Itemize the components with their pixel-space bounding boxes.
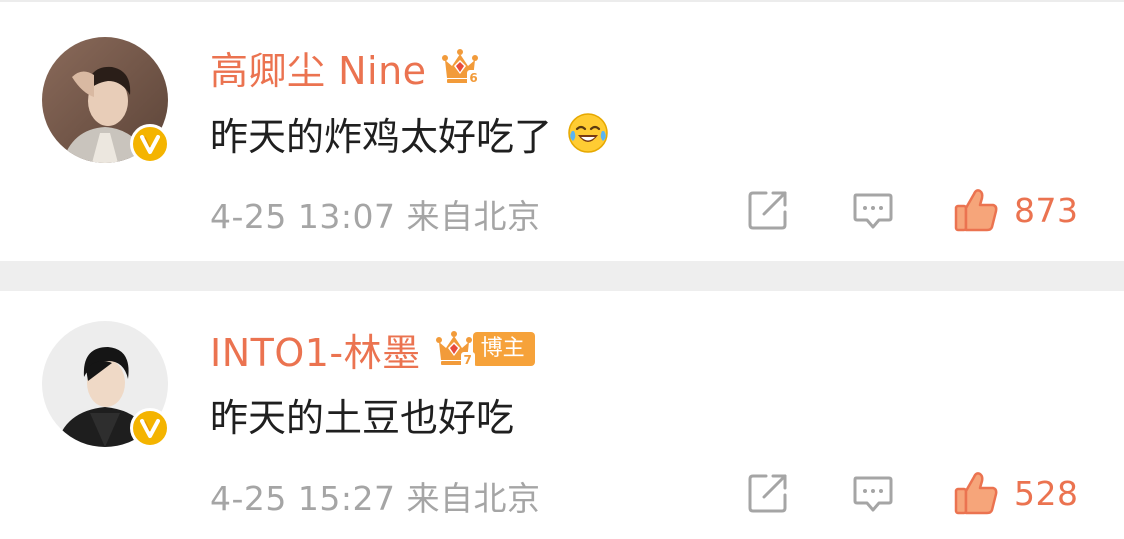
comment-time: 4-25 13:07 [210,197,396,236]
comment-text: 昨天的炸鸡太好吃了 [210,114,553,159]
comment-source: 来自北京 [406,197,541,236]
comment-list-page: 高卿尘 Nine 6 昨天的炸鸡太好吃了 4-25 13:07 来自北京 873… [0,0,1124,539]
like-count: 528 [1014,473,1079,513]
username[interactable]: INTO1-林墨 [210,322,421,377]
like-count: 873 [1014,190,1079,230]
comment-icon [853,193,893,229]
username-row: 高卿尘 Nine 6 [210,44,481,93]
share-button[interactable] [746,188,790,232]
comment-item: INTO1-林墨 7 博主 昨天的土豆也好吃 4-25 15:27 来自北京 5… [0,291,1124,539]
reply-button[interactable] [851,188,895,232]
thumbs-up-icon [954,189,998,232]
blogger-badge: 博主 [472,332,535,366]
comment-meta: 4-25 13:07 来自北京 [210,190,541,238]
comment-separator [0,261,1124,291]
reply-button[interactable] [851,471,895,515]
share-button[interactable] [746,471,790,515]
comment-item: 高卿尘 Nine 6 昨天的炸鸡太好吃了 4-25 13:07 来自北京 873 [0,0,1124,261]
crown-level: 6 [466,70,481,86]
comment-time: 4-25 15:27 [210,479,396,518]
comment-text: 昨天的土豆也好吃 [210,395,515,440]
crown-level: 7 [460,352,475,368]
comment-icon [853,476,893,512]
verified-v-icon [130,124,170,164]
laughing-crying-emoji-icon [566,111,610,155]
comment-text-row: 昨天的炸鸡太好吃了 [210,108,610,159]
verified-v-icon [130,408,170,448]
share-icon [748,191,787,230]
comment-source: 来自北京 [406,479,541,518]
comment-meta: 4-25 15:27 来自北京 [210,472,541,520]
username-row: INTO1-林墨 7 博主 [210,326,535,375]
comment-text-row: 昨天的土豆也好吃 [210,389,515,440]
share-icon [748,474,787,513]
crown-icon[interactable]: 7 [433,328,475,370]
like-button[interactable]: 528 [952,471,1079,515]
username[interactable]: 高卿尘 Nine [210,40,427,95]
crown-icon[interactable]: 6 [439,46,481,88]
thumbs-up-icon [954,472,998,515]
like-button[interactable]: 873 [952,188,1079,232]
